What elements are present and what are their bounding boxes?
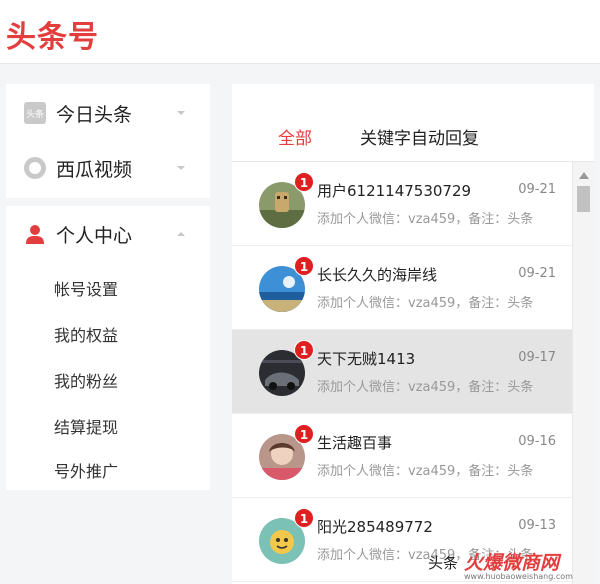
message-date: 09-21 <box>518 182 556 197</box>
sender-name: 长长久久的海岸线 <box>317 266 438 284</box>
tab-bar: 全部 关键字自动回复 <box>232 84 594 162</box>
watermark-text: 头条 <box>428 554 459 572</box>
message-row[interactable]: 1 天下无贼1413 09-17 添加个人微信：vza459，备注：头条 <box>232 330 572 414</box>
message-preview: 添加个人微信：vza459，备注：头条 <box>317 464 534 479</box>
messages-panel: 全部 关键字自动回复 1 用户6121147530729 09-21 添加个人微… <box>232 84 594 584</box>
scrollbar-thumb[interactable] <box>577 186 590 212</box>
message-row[interactable]: 1 生活趣百事 09-16 添加个人微信：vza459，备注：头条 <box>232 414 572 498</box>
xigua-icon <box>24 157 46 179</box>
sender-name: 天下无贼1413 <box>317 350 416 368</box>
tab-all[interactable]: 全部 <box>278 124 312 149</box>
sender-name: 阳光285489772 <box>317 518 433 536</box>
message-preview: 添加个人微信：vza459，备注：头条 <box>317 296 534 311</box>
watermark-brand: 火爆微商网 <box>464 552 560 574</box>
tab-keyword-auto-reply[interactable]: 关键字自动回复 <box>360 124 479 149</box>
watermark: 头条 火爆微商网 www.huobaoweishang.com <box>428 548 598 584</box>
message-preview: 添加个人微信：vza459，备注：头条 <box>317 380 534 395</box>
message-row[interactable]: 1 长长久久的海岸线 09-21 添加个人微信：vza459，备注：头条 <box>232 246 572 330</box>
sidebar-item-toutiao[interactable]: 头条 今日头条 <box>6 93 210 133</box>
sidebar-item-label: 个人中心 <box>56 224 133 247</box>
sidebar-subitem-my-benefits[interactable]: 我的权益 <box>54 322 118 346</box>
sidebar-item-label: 西瓜视频 <box>56 158 133 181</box>
scroll-up-arrow-icon[interactable] <box>579 172 589 179</box>
chevron-down-icon <box>177 111 185 115</box>
sidebar-item-label: 今日头条 <box>56 103 133 126</box>
chevron-down-icon <box>177 166 185 170</box>
sidebar-item-xigua[interactable]: 西瓜视频 <box>6 148 210 188</box>
message-date: 09-21 <box>518 266 556 281</box>
sidebar-subitem-account-settings[interactable]: 帐号设置 <box>54 276 118 300</box>
chevron-up-icon <box>177 232 185 236</box>
unread-badge: 1 <box>294 340 314 360</box>
unread-badge: 1 <box>294 172 314 192</box>
unread-badge: 1 <box>294 424 314 444</box>
message-date: 09-16 <box>518 434 556 449</box>
sidebar-subitem-my-fans[interactable]: 我的粉丝 <box>54 368 118 392</box>
unread-badge: 1 <box>294 256 314 276</box>
top-bar: 头条号 <box>0 0 600 64</box>
scrollbar[interactable] <box>572 162 594 584</box>
sidebar-subitem-promotion[interactable]: 号外推广 <box>54 458 118 482</box>
message-date: 09-13 <box>518 518 556 533</box>
message-list: 1 用户6121147530729 09-21 添加个人微信：vza459，备注… <box>232 162 572 584</box>
message-date: 09-17 <box>518 350 556 365</box>
person-icon <box>26 225 44 244</box>
sidebar-platforms: 头条 今日头条 西瓜视频 <box>6 84 210 198</box>
message-preview: 添加个人微信：vza459，备注：头条 <box>317 212 534 227</box>
sidebar-item-personal-center[interactable]: 个人中心 <box>6 214 210 254</box>
watermark-url: www.huobaoweishang.com <box>464 572 573 581</box>
toutiao-icon: 头条 <box>24 102 46 124</box>
app-logo[interactable]: 头条号 <box>6 12 99 56</box>
message-row[interactable]: 1 用户6121147530729 09-21 添加个人微信：vza459，备注… <box>232 162 572 246</box>
sidebar-personal-center: 个人中心 帐号设置 我的权益 我的粉丝 结算提现 号外推广 <box>6 206 210 490</box>
sender-name: 生活趣百事 <box>317 434 393 452</box>
sidebar-subitem-withdraw[interactable]: 结算提现 <box>54 414 118 438</box>
sender-name: 用户6121147530729 <box>317 182 472 200</box>
unread-badge: 1 <box>294 508 314 528</box>
